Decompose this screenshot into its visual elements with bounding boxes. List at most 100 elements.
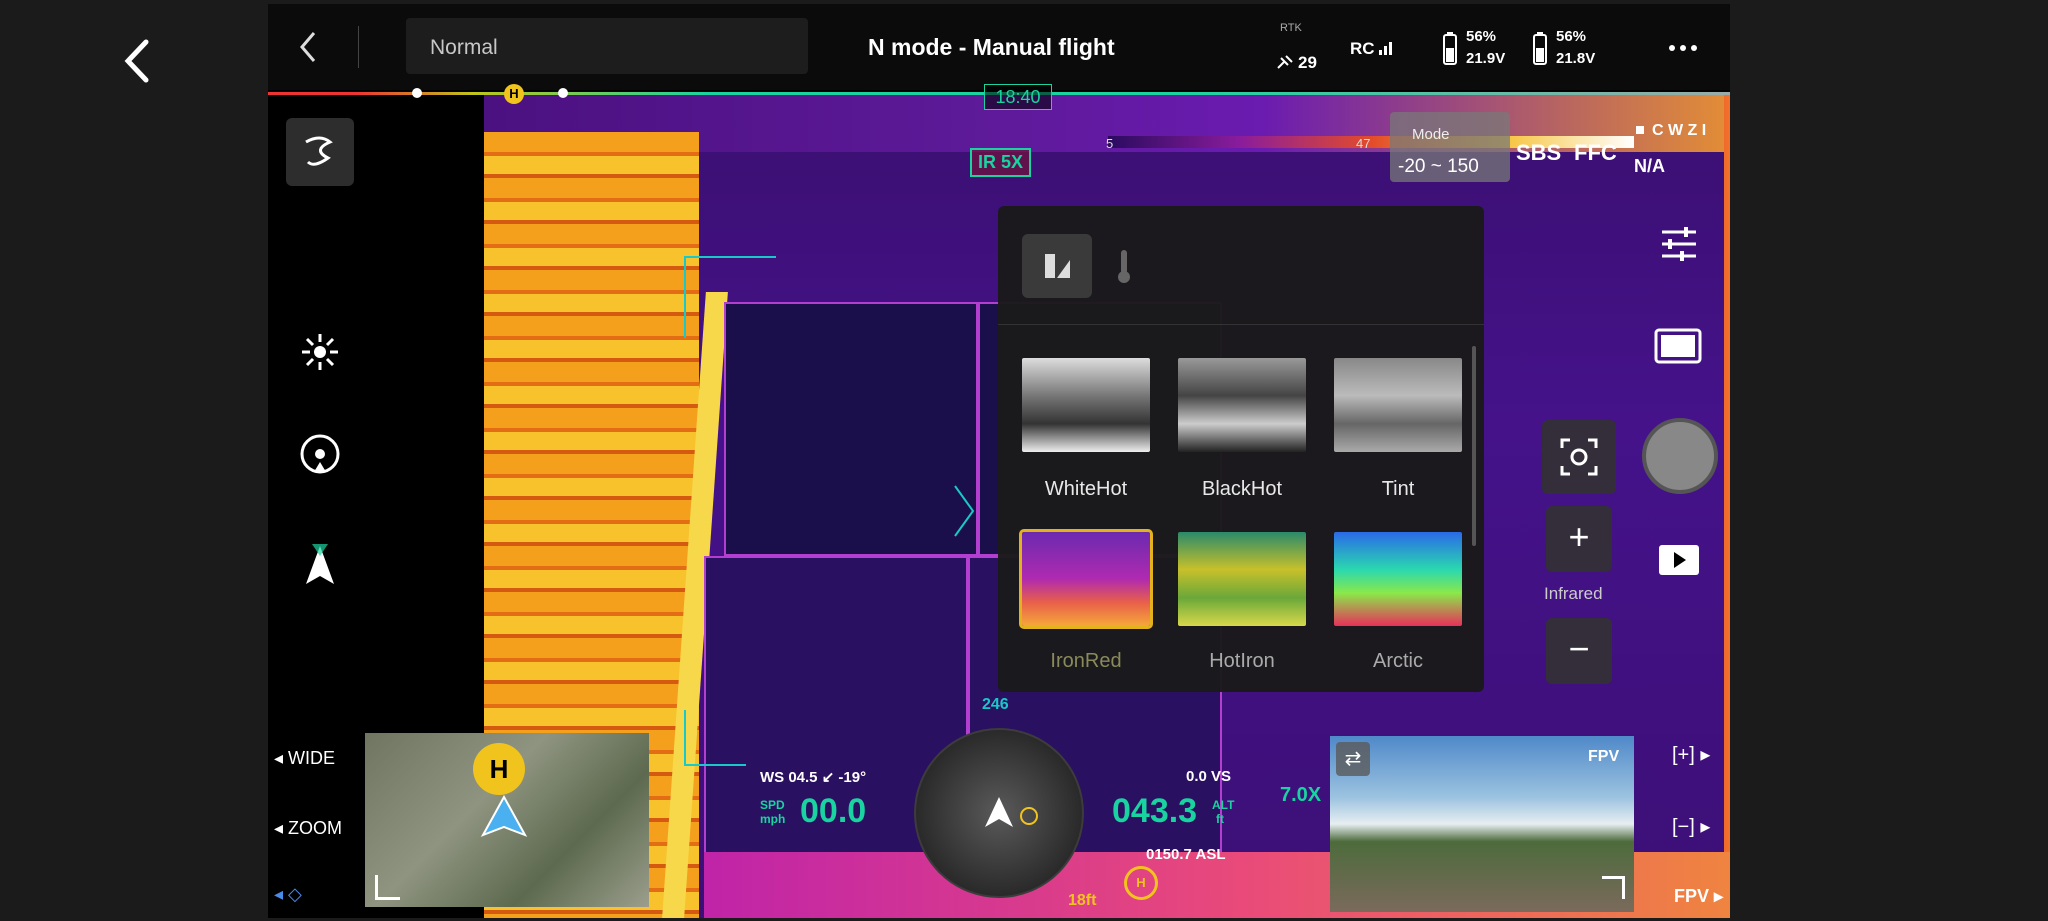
home-point-icon: H: [473, 743, 525, 795]
palette-label-hotiron: HotIron: [1209, 650, 1275, 672]
attitude-compass: [914, 728, 1084, 898]
palette-label-ironred: IronRed: [1050, 650, 1122, 672]
fpv-label: FPV: [1588, 748, 1620, 765]
battery2-pct: 56%: [1556, 28, 1587, 45]
solar-panel: [724, 302, 978, 556]
fpv-zoom-out-button[interactable]: [−] ▸: [1672, 814, 1710, 839]
temperature-range: -20 ~ 150: [1398, 156, 1479, 177]
lock-icon: [1636, 126, 1644, 134]
palette-thumb-arctic[interactable]: [1334, 532, 1462, 626]
palette-tab-icon: [1042, 250, 1074, 287]
playback-icon[interactable]: [1658, 544, 1700, 581]
palette-label-tint: Tint: [1381, 478, 1415, 500]
home-direction-icon: [1020, 807, 1038, 825]
palette-thumb-ironred[interactable]: [1019, 529, 1153, 629]
palette-thumb-hotiron[interactable]: [1178, 532, 1306, 626]
zoom-level: 7.0X: [1280, 784, 1322, 806]
map-expand-icon[interactable]: [375, 875, 400, 900]
timeline-marker: [412, 88, 422, 98]
fpv-zoom-out-label: [−]: [1672, 816, 1695, 838]
zoom-in-button[interactable]: +: [1546, 506, 1612, 572]
back-icon[interactable]: [298, 30, 318, 69]
settings-sliders-icon[interactable]: [1660, 226, 1698, 267]
range-max-label: 47: [1356, 136, 1371, 151]
palette-thumb-whitehot[interactable]: [1022, 358, 1150, 452]
panel-divider: [998, 324, 1484, 325]
divider: [358, 26, 359, 68]
zoom-out-button[interactable]: −: [1546, 618, 1612, 684]
fpv-preview[interactable]: ⇄ FPV: [1330, 736, 1634, 912]
battery1-icon: [1442, 32, 1458, 71]
cwzi-label: C W Z I: [1652, 122, 1707, 139]
fpv-expand-icon[interactable]: [1602, 876, 1625, 899]
ir-zoom-badge: IR 5X: [970, 148, 1032, 177]
mini-map[interactable]: H: [365, 733, 649, 907]
phone-back-icon[interactable]: [118, 38, 158, 84]
altitude-label: ALT: [1212, 798, 1235, 812]
zoom-button[interactable]: ◂ ZOOM: [274, 818, 342, 839]
target-lock-icon: [1560, 438, 1598, 476]
focus-bracket-tl: [684, 256, 776, 338]
display-mode-icon[interactable]: [1654, 328, 1702, 369]
rtk-label: RTK: [1280, 22, 1302, 34]
flight-mode-title: N mode - Manual flight: [868, 34, 1115, 60]
center-chevron-icon: [952, 484, 976, 543]
speed-label: SPD: [760, 798, 785, 812]
fpv-zoom-in-button[interactable]: [+] ▸: [1672, 742, 1710, 767]
wide-button[interactable]: ◂ WIDE: [274, 748, 335, 769]
lock-target-button[interactable]: [1542, 420, 1616, 494]
palette-thumb-blackhot[interactable]: [1178, 358, 1306, 452]
palette-label-whitehot: WhiteHot: [1044, 478, 1128, 500]
home-distance: 18ft: [1068, 892, 1097, 909]
focus-bracket-bl: [684, 710, 746, 766]
swap-view-icon[interactable]: ⇄: [1336, 742, 1370, 776]
timeline-home-badge: H: [504, 84, 524, 104]
zoom-label: ZOOM: [288, 818, 343, 838]
route-icon: [305, 136, 333, 166]
fpv-zoom-in-label: [+]: [1672, 744, 1695, 766]
palette-label-arctic: Arctic: [1373, 650, 1423, 672]
home-return-icon: H: [1124, 866, 1158, 900]
battery2-icon: [1532, 32, 1548, 71]
palette-label-blackhot: BlackHot: [1201, 478, 1283, 500]
altitude-value: 043.3: [1112, 792, 1198, 830]
route-button[interactable]: [286, 118, 354, 186]
target-icon[interactable]: [298, 432, 342, 481]
rc-signal-icon: [1378, 40, 1394, 61]
more-icon[interactable]: [1668, 40, 1698, 58]
battery2-volt: 21.8V: [1556, 50, 1596, 67]
sbs-button[interactable]: SBS: [1516, 140, 1561, 166]
timeline-marker: [558, 88, 568, 98]
palette-scrollbar[interactable]: [1472, 346, 1476, 546]
range-min-label: 5: [1106, 136, 1114, 151]
palette-tab[interactable]: [1022, 234, 1092, 298]
navigation-arrow-icon[interactable]: [298, 542, 342, 595]
palette-thumb-tint[interactable]: [1334, 358, 1462, 452]
wind-speed: WS 04.5 ↙ -19°: [760, 769, 867, 786]
altitude-unit: ft: [1216, 812, 1224, 826]
altitude-asl: 0150.7 ASL: [1146, 846, 1226, 863]
thermal-hot-edge: [1724, 92, 1730, 918]
infrared-label: Infrared: [1544, 584, 1603, 603]
thermometer-icon[interactable]: [1116, 248, 1132, 289]
ffc-button[interactable]: FFC: [1574, 140, 1617, 166]
brightness-icon[interactable]: [298, 330, 342, 379]
speed-unit: mph: [760, 812, 786, 826]
mode-select-value: Normal: [430, 36, 498, 59]
wide-label: WIDE: [288, 748, 336, 768]
battery1-pct: 56%: [1466, 28, 1497, 45]
rc-label: RC: [1350, 39, 1375, 58]
fpv-toggle-button[interactable]: FPV ▸: [1674, 886, 1723, 907]
nav-diamond-icon[interactable]: ◂ ◇: [274, 884, 302, 905]
vertical-speed: 0.0 VS: [1186, 768, 1232, 785]
aircraft-heading-icon: [985, 797, 1013, 827]
range-mode-label: Mode: [1412, 126, 1450, 143]
satellite-icon: [1276, 54, 1294, 75]
heading-value: 246: [982, 696, 1009, 713]
shutter-button[interactable]: [1642, 418, 1718, 494]
satellite-count: 29: [1298, 53, 1317, 72]
top-bar: Normal N mode - Manual flight RTK 29 RC …: [268, 4, 1730, 90]
app-screen: Normal N mode - Manual flight RTK 29 RC …: [268, 4, 1730, 918]
speed-value: 00.0: [800, 792, 867, 830]
aircraft-map-icon: [479, 794, 529, 844]
